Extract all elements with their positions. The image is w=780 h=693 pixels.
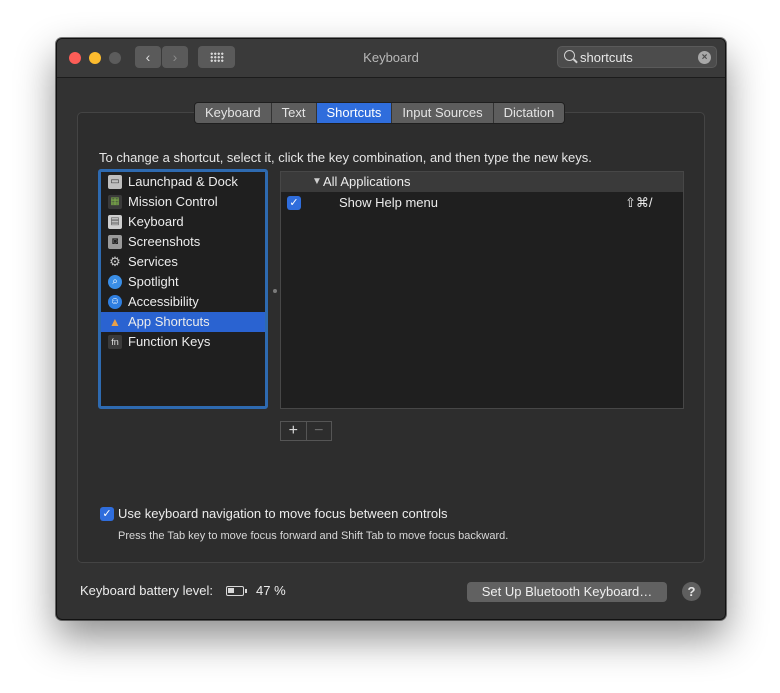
tab-input-sources[interactable]: Input Sources bbox=[392, 103, 494, 123]
search-input[interactable]: shortcuts bbox=[580, 50, 633, 65]
screenshot-icon: ◙ bbox=[108, 235, 122, 249]
search-field[interactable]: shortcuts × bbox=[557, 46, 717, 68]
spotlight-icon: ⌕ bbox=[108, 275, 122, 289]
category-label: Launchpad & Dock bbox=[128, 174, 238, 189]
clear-search-icon[interactable]: × bbox=[698, 51, 711, 64]
category-accessibility[interactable]: ☺ Accessibility bbox=[101, 292, 265, 312]
category-screenshots[interactable]: ◙ Screenshots bbox=[101, 232, 265, 252]
setup-bluetooth-keyboard-button[interactable]: Set Up Bluetooth Keyboard… bbox=[467, 582, 667, 602]
shortcut-keys[interactable]: ⇧⌘/ bbox=[625, 192, 653, 214]
keyboard-navigation-checkbox[interactable]: ✓ bbox=[100, 507, 114, 521]
category-mission-control[interactable]: ▦ Mission Control bbox=[101, 192, 265, 212]
category-label: Spotlight bbox=[128, 274, 179, 289]
help-button[interactable]: ? bbox=[682, 582, 701, 601]
add-shortcut-button[interactable]: + bbox=[281, 422, 307, 440]
group-header-all-applications[interactable]: ▼ All Applications bbox=[281, 172, 683, 192]
title-bar: ‹ › Keyboard shortcuts × bbox=[57, 39, 725, 78]
battery-level-fill bbox=[228, 588, 235, 593]
category-label: Mission Control bbox=[128, 194, 218, 209]
keyboard-navigation-hint: Press the Tab key to move focus forward … bbox=[118, 530, 509, 542]
search-icon bbox=[564, 50, 575, 61]
battery-icon bbox=[226, 586, 247, 596]
category-app-shortcuts[interactable]: ▲ App Shortcuts bbox=[101, 312, 265, 332]
category-label: Screenshots bbox=[128, 234, 201, 249]
category-services[interactable]: ⚙ Services bbox=[101, 252, 265, 272]
keyboard-preferences-window: ‹ › Keyboard shortcuts × Keyboard Text S… bbox=[56, 38, 726, 620]
mission-control-icon: ▦ bbox=[108, 195, 122, 209]
category-list[interactable]: ▭ Launchpad & Dock ▦ Mission Control ▤ K… bbox=[98, 169, 268, 409]
keyboard-navigation-label[interactable]: Use keyboard navigation to move focus be… bbox=[118, 506, 448, 521]
keyboard-icon: ▤ bbox=[108, 215, 122, 229]
tab-text[interactable]: Text bbox=[271, 103, 317, 123]
category-label: App Shortcuts bbox=[128, 314, 210, 329]
instructions-text: To change a shortcut, select it, click t… bbox=[99, 150, 592, 165]
tab-dictation[interactable]: Dictation bbox=[493, 103, 565, 123]
disclosure-triangle-icon[interactable]: ▼ bbox=[312, 172, 322, 192]
split-divider-handle[interactable] bbox=[273, 289, 277, 293]
remove-shortcut-button[interactable]: − bbox=[307, 422, 332, 440]
category-label: Function Keys bbox=[128, 334, 211, 349]
tab-bar: Keyboard Text Shortcuts Input Sources Di… bbox=[194, 102, 566, 124]
fn-key-icon: fn bbox=[108, 335, 122, 349]
battery-label: Keyboard battery level: bbox=[80, 583, 213, 598]
app-shortcuts-icon: ▲ bbox=[109, 315, 121, 329]
accessibility-icon: ☺ bbox=[108, 295, 122, 309]
add-remove-bar: + − bbox=[280, 421, 332, 441]
category-label: Accessibility bbox=[128, 294, 199, 309]
tab-keyboard[interactable]: Keyboard bbox=[195, 103, 272, 123]
tab-shortcuts[interactable]: Shortcuts bbox=[316, 103, 393, 123]
shortcut-row[interactable]: ✓ Show Help menu ⇧⌘/ bbox=[281, 192, 683, 214]
category-keyboard[interactable]: ▤ Keyboard bbox=[101, 212, 265, 232]
category-label: Services bbox=[128, 254, 178, 269]
category-launchpad-dock[interactable]: ▭ Launchpad & Dock bbox=[101, 172, 265, 192]
launchpad-icon: ▭ bbox=[108, 175, 122, 189]
category-spotlight[interactable]: ⌕ Spotlight bbox=[101, 272, 265, 292]
shortcut-list[interactable]: ▼ All Applications ✓ Show Help menu ⇧⌘/ bbox=[280, 171, 684, 409]
shortcut-name: Show Help menu bbox=[339, 195, 438, 210]
category-label: Keyboard bbox=[128, 214, 184, 229]
group-label: All Applications bbox=[323, 174, 411, 189]
gear-icon: ⚙ bbox=[109, 254, 121, 269]
battery-percent: 47 % bbox=[256, 583, 286, 598]
category-function-keys[interactable]: fn Function Keys bbox=[101, 332, 265, 352]
shortcut-enabled-checkbox[interactable]: ✓ bbox=[287, 196, 301, 210]
